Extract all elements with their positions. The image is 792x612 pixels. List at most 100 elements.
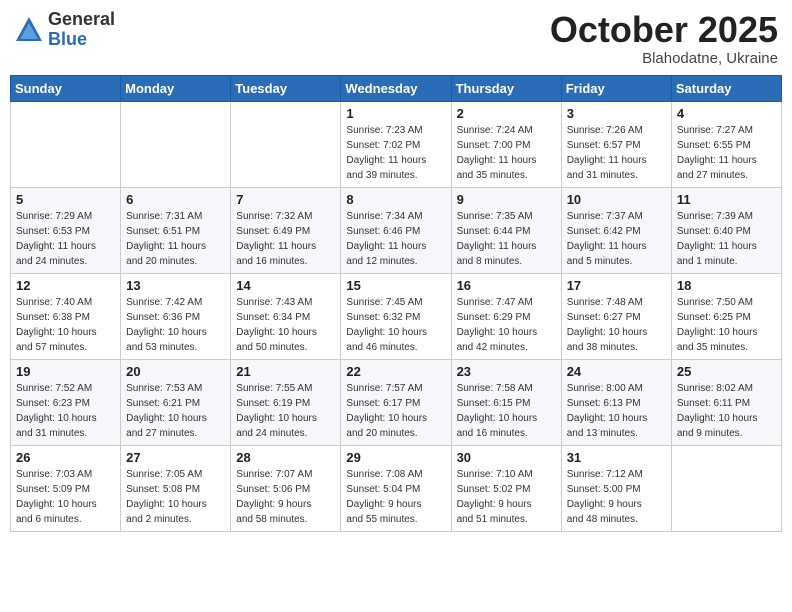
week-row-4: 19Sunrise: 7:52 AM Sunset: 6:23 PM Dayli…	[11, 359, 782, 445]
calendar-cell: 24 Sunrise: 8:00 AM Sunset: 6:13 PM Dayli…	[561, 359, 671, 445]
day-number: 21	[236, 364, 335, 379]
day-info: Sunrise: 7:34 AM Sunset: 6:46 PM Dayligh…	[346, 209, 445, 269]
day-info: Sunrise: 7:12 AM Sunset: 5:00 PM Dayligh…	[567, 467, 666, 527]
week-row-2: 5 Sunrise: 7:29 AM Sunset: 6:53 PM Daylig…	[11, 187, 782, 273]
day-number: 1	[346, 106, 445, 121]
calendar-cell: 21 Sunrise: 7:55 AM Sunset: 6:19 PM Dayli…	[231, 359, 341, 445]
calendar-cell: 23 Sunrise: 7:58 AM Sunset: 6:15 PM Dayli…	[451, 359, 561, 445]
logo-icon	[14, 15, 44, 45]
day-number: 29	[346, 450, 445, 465]
day-number: 17	[567, 278, 666, 293]
calendar-cell: 25 Sunrise: 8:02 AM Sunset: 6:11 PM Dayli…	[671, 359, 781, 445]
calendar-cell: 5 Sunrise: 7:29 AM Sunset: 6:53 PM Daylig…	[11, 187, 121, 273]
calendar-cell: 19Sunrise: 7:52 AM Sunset: 6:23 PM Dayli…	[11, 359, 121, 445]
day-info: Sunrise: 7:35 AM Sunset: 6:44 PM Dayligh…	[457, 209, 556, 269]
day-number: 28	[236, 450, 335, 465]
day-number: 2	[457, 106, 556, 121]
weekday-header-wednesday: Wednesday	[341, 75, 451, 101]
calendar-cell	[121, 101, 231, 187]
day-info: Sunrise: 7:47 AM Sunset: 6:29 PM Dayligh…	[457, 295, 556, 355]
calendar-cell: 31 Sunrise: 7:12 AM Sunset: 5:00 PM Dayli…	[561, 445, 671, 531]
weekday-header-thursday: Thursday	[451, 75, 561, 101]
day-number: 27	[126, 450, 225, 465]
day-number: 10	[567, 192, 666, 207]
day-number: 8	[346, 192, 445, 207]
calendar-cell: 11 Sunrise: 7:39 AM Sunset: 6:40 PM Dayli…	[671, 187, 781, 273]
logo: General Blue	[14, 10, 115, 50]
day-number: 11	[677, 192, 776, 207]
week-row-5: 26 Sunrise: 7:03 AM Sunset: 5:09 PM Dayli…	[11, 445, 782, 531]
day-number: 16	[457, 278, 556, 293]
day-info: Sunrise: 7:29 AM Sunset: 6:53 PM Dayligh…	[16, 209, 115, 269]
calendar-cell: 18Sunrise: 7:50 AM Sunset: 6:25 PM Dayli…	[671, 273, 781, 359]
calendar-cell: 15 Sunrise: 7:45 AM Sunset: 6:32 PM Dayli…	[341, 273, 451, 359]
day-info: Sunrise: 7:40 AM Sunset: 6:38 PM Dayligh…	[16, 295, 115, 355]
month-title: October 2025	[550, 10, 778, 50]
calendar-cell: 29 Sunrise: 7:08 AM Sunset: 5:04 PM Dayli…	[341, 445, 451, 531]
calendar-cell: 1 Sunrise: 7:23 AM Sunset: 7:02 PM Daylig…	[341, 101, 451, 187]
day-number: 3	[567, 106, 666, 121]
day-info: Sunrise: 7:07 AM Sunset: 5:06 PM Dayligh…	[236, 467, 335, 527]
day-info: Sunrise: 7:42 AM Sunset: 6:36 PM Dayligh…	[126, 295, 225, 355]
calendar-cell: 27 Sunrise: 7:05 AM Sunset: 5:08 PM Dayli…	[121, 445, 231, 531]
day-info: Sunrise: 7:26 AM Sunset: 6:57 PM Dayligh…	[567, 123, 666, 183]
day-number: 13	[126, 278, 225, 293]
calendar-cell: 7 Sunrise: 7:32 AM Sunset: 6:49 PM Daylig…	[231, 187, 341, 273]
day-number: 5	[16, 192, 115, 207]
calendar-cell: 13 Sunrise: 7:42 AM Sunset: 6:36 PM Dayli…	[121, 273, 231, 359]
calendar-cell: 12Sunrise: 7:40 AM Sunset: 6:38 PM Dayli…	[11, 273, 121, 359]
calendar-cell: 28 Sunrise: 7:07 AM Sunset: 5:06 PM Dayli…	[231, 445, 341, 531]
day-info: Sunrise: 7:08 AM Sunset: 5:04 PM Dayligh…	[346, 467, 445, 527]
day-info: Sunrise: 7:31 AM Sunset: 6:51 PM Dayligh…	[126, 209, 225, 269]
day-number: 15	[346, 278, 445, 293]
day-info: Sunrise: 7:45 AM Sunset: 6:32 PM Dayligh…	[346, 295, 445, 355]
title-block: October 2025 Blahodatne, Ukraine	[550, 10, 778, 67]
day-number: 7	[236, 192, 335, 207]
day-number: 26	[16, 450, 115, 465]
day-number: 22	[346, 364, 445, 379]
day-info: Sunrise: 8:00 AM Sunset: 6:13 PM Dayligh…	[567, 381, 666, 441]
weekday-header-sunday: Sunday	[11, 75, 121, 101]
day-info: Sunrise: 7:05 AM Sunset: 5:08 PM Dayligh…	[126, 467, 225, 527]
day-info: Sunrise: 8:02 AM Sunset: 6:11 PM Dayligh…	[677, 381, 776, 441]
weekday-header-saturday: Saturday	[671, 75, 781, 101]
calendar-cell: 10 Sunrise: 7:37 AM Sunset: 6:42 PM Dayli…	[561, 187, 671, 273]
day-number: 4	[677, 106, 776, 121]
week-row-1: 1 Sunrise: 7:23 AM Sunset: 7:02 PM Daylig…	[11, 101, 782, 187]
calendar-cell	[11, 101, 121, 187]
calendar-cell: 17Sunrise: 7:48 AM Sunset: 6:27 PM Dayli…	[561, 273, 671, 359]
day-info: Sunrise: 7:55 AM Sunset: 6:19 PM Dayligh…	[236, 381, 335, 441]
day-number: 6	[126, 192, 225, 207]
day-info: Sunrise: 7:24 AM Sunset: 7:00 PM Dayligh…	[457, 123, 556, 183]
page-header: General Blue October 2025 Blahodatne, Uk…	[10, 10, 782, 67]
day-info: Sunrise: 7:58 AM Sunset: 6:15 PM Dayligh…	[457, 381, 556, 441]
day-info: Sunrise: 7:32 AM Sunset: 6:49 PM Dayligh…	[236, 209, 335, 269]
calendar-cell: 14Sunrise: 7:43 AM Sunset: 6:34 PM Dayli…	[231, 273, 341, 359]
day-number: 30	[457, 450, 556, 465]
day-info: Sunrise: 7:53 AM Sunset: 6:21 PM Dayligh…	[126, 381, 225, 441]
day-info: Sunrise: 7:57 AM Sunset: 6:17 PM Dayligh…	[346, 381, 445, 441]
day-info: Sunrise: 7:10 AM Sunset: 5:02 PM Dayligh…	[457, 467, 556, 527]
day-number: 23	[457, 364, 556, 379]
day-number: 25	[677, 364, 776, 379]
day-number: 24	[567, 364, 666, 379]
calendar-cell: 3 Sunrise: 7:26 AM Sunset: 6:57 PM Daylig…	[561, 101, 671, 187]
day-info: Sunrise: 7:23 AM Sunset: 7:02 PM Dayligh…	[346, 123, 445, 183]
day-info: Sunrise: 7:03 AM Sunset: 5:09 PM Dayligh…	[16, 467, 115, 527]
calendar-cell: 9Sunrise: 7:35 AM Sunset: 6:44 PM Daylig…	[451, 187, 561, 273]
location-text: Blahodatne, Ukraine	[550, 50, 778, 67]
calendar-cell: 26 Sunrise: 7:03 AM Sunset: 5:09 PM Dayli…	[11, 445, 121, 531]
day-info: Sunrise: 7:43 AM Sunset: 6:34 PM Dayligh…	[236, 295, 335, 355]
calendar-cell: 20 Sunrise: 7:53 AM Sunset: 6:21 PM Dayli…	[121, 359, 231, 445]
day-number: 20	[126, 364, 225, 379]
calendar-cell: 4 Sunrise: 7:27 AM Sunset: 6:55 PM Daylig…	[671, 101, 781, 187]
day-number: 31	[567, 450, 666, 465]
week-row-3: 12Sunrise: 7:40 AM Sunset: 6:38 PM Dayli…	[11, 273, 782, 359]
calendar-cell: 8 Sunrise: 7:34 AM Sunset: 6:46 PM Daylig…	[341, 187, 451, 273]
day-info: Sunrise: 7:39 AM Sunset: 6:40 PM Dayligh…	[677, 209, 776, 269]
day-info: Sunrise: 7:37 AM Sunset: 6:42 PM Dayligh…	[567, 209, 666, 269]
calendar-cell: 6 Sunrise: 7:31 AM Sunset: 6:51 PM Daylig…	[121, 187, 231, 273]
logo-general-text: General	[48, 10, 115, 30]
day-info: Sunrise: 7:27 AM Sunset: 6:55 PM Dayligh…	[677, 123, 776, 183]
calendar-cell: 2 Sunrise: 7:24 AM Sunset: 7:00 PM Daylig…	[451, 101, 561, 187]
